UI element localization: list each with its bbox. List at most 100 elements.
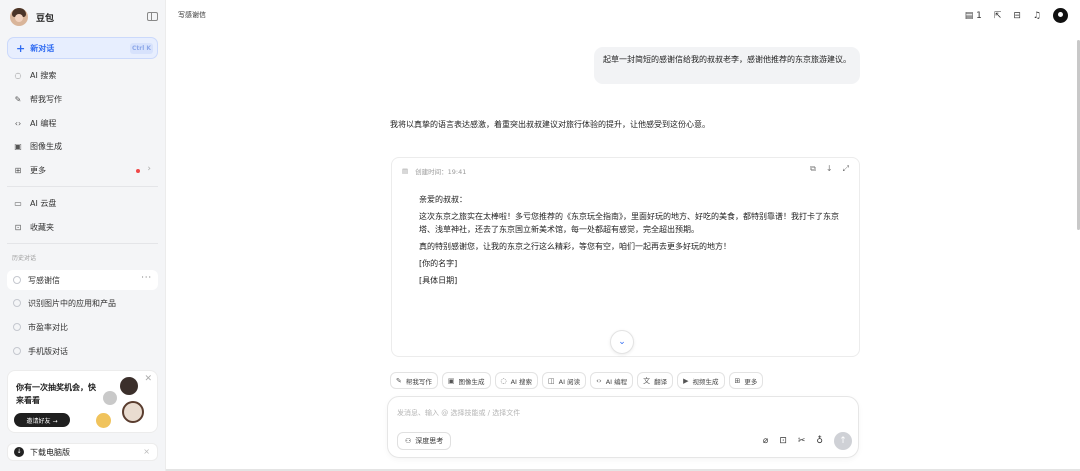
sidebar-item-label: 图像生成 [30, 141, 62, 151]
close-icon[interactable]: × [143, 447, 150, 456]
download-desktop-button[interactable]: ↓ 下载电脑版 × [7, 443, 158, 461]
document-icon: ▤ [964, 10, 974, 21]
sidebar-item-label: 帮我写作 [30, 94, 62, 104]
skill-label: 帮我写作 [405, 377, 432, 386]
promo-title: 你有一次抽奖机会，快来看看 [16, 383, 96, 405]
history-item-active[interactable]: 写感谢信 ··· [7, 270, 158, 290]
history-section-label: 历史对话 [12, 255, 37, 262]
skill-translate[interactable]: 文翻译 [637, 372, 674, 389]
scroll-down-button[interactable]: ⌄ [610, 330, 634, 354]
plus-icon: + [16, 41, 26, 55]
invite-friends-button[interactable]: 邀请好友 → [14, 413, 70, 427]
brain-icon: ⚇ [405, 437, 412, 445]
sidebar-item-cloud-drive[interactable]: ▭ AI 云盘 [7, 194, 158, 212]
skill-ai-code[interactable]: ‹› AI 编程 [590, 372, 634, 389]
card-header: ▤ 创建时间：19:41 [402, 166, 466, 176]
arrow-up-icon: ↑ [839, 436, 847, 446]
bookmark-icon: ⊡ [14, 222, 22, 232]
notification-dot [136, 169, 140, 173]
bell-icon[interactable]: ♫ [1033, 11, 1041, 21]
new-chat-button[interactable]: + 新对话 Ctrl K [7, 37, 158, 59]
sidebar-item-label: AI 搜索 [30, 70, 57, 80]
sidebar-item-label: 更多 [30, 165, 46, 175]
app-name: 豆包 [36, 13, 55, 24]
created-time: 创建时间：19:41 [415, 168, 467, 176]
skill-bar: ✎ 帮我写作 ▣ 图像生成 ◌ AI 搜索 ◫ AI 阅读 ‹› AI 编程 文翻译 ▶ 视… [390, 372, 764, 389]
copy-icon[interactable]: ⧉ [810, 164, 816, 174]
character-avatar-icon [96, 413, 111, 428]
document-card: ▤ 创建时间：19:41 ⧉ ↓ ⤢ 亲爱的叔叔： 这次东京之旅实在太棒啦！多亏… [391, 157, 860, 357]
top-actions: ▤ 1 ⇱ ⊟ ♫ [965, 8, 1068, 23]
cloud-drive-icon: ▭ [14, 198, 22, 208]
microphone-icon[interactable]: ♁ [816, 436, 823, 446]
collapse-sidebar-icon[interactable] [147, 12, 158, 21]
letter-paragraph: [具体日期] [419, 276, 458, 285]
read-icon: ◫ [548, 376, 555, 385]
sidebar-divider [7, 243, 158, 244]
skill-label: 视频生成 [692, 377, 719, 386]
image-icon: ▣ [14, 141, 22, 151]
skill-ai-search[interactable]: ◌ AI 搜索 [494, 372, 539, 389]
archive-icon[interactable]: ⊟ [1013, 11, 1021, 21]
search-icon: ◌ [500, 376, 507, 385]
chevron-down-icon: ⌄ [618, 337, 626, 347]
skill-label: 更多 [744, 377, 758, 386]
skill-more[interactable]: ⊞ 更多 [728, 372, 764, 389]
chat-bubble-icon [13, 299, 21, 307]
message-composer[interactable]: 发消息、输入 @ 选择技能或 / 选择文件 ⚇ 深度思考 ⌀ ⊡ ✂ ♁ ↑ [387, 396, 859, 458]
sidebar-item-label: 收藏夹 [30, 222, 54, 232]
chat-bubble-icon [13, 276, 21, 284]
deep-think-label: 深度思考 [415, 437, 444, 445]
history-item-label: 识别图片中的应用和产品 [28, 298, 116, 308]
expand-icon[interactable]: ⤢ [843, 164, 849, 174]
sidebar-divider [7, 186, 158, 187]
deep-think-toggle[interactable]: ⚇ 深度思考 [397, 432, 452, 450]
message-input[interactable]: 发消息、输入 @ 选择技能或 / 选择文件 [397, 408, 520, 418]
letter-body: 亲爱的叔叔： 这次东京之旅实在太棒啦！多亏您推荐的《东京玩全指南》，里面好玩的地… [419, 193, 844, 291]
character-avatar-icon [103, 391, 117, 405]
scissors-icon[interactable]: ✂ [798, 436, 806, 446]
skill-ai-read[interactable]: ◫ AI 阅读 [542, 372, 587, 389]
skill-writing[interactable]: ✎ 帮我写作 [390, 372, 438, 389]
sidebar-item-favorites[interactable]: ⊡ 收藏夹 [7, 218, 158, 236]
pen-icon: ✎ [14, 94, 22, 104]
document-count-button[interactable]: ▤ 1 [965, 11, 982, 21]
sidebar-item-image-gen[interactable]: ▣ 图像生成 [7, 137, 158, 155]
skill-label: AI 阅读 [558, 377, 581, 386]
share-icon[interactable]: ⇱ [994, 11, 1002, 21]
skill-label: AI 搜索 [510, 377, 533, 386]
pen-icon: ✎ [396, 376, 402, 385]
sidebar-item-coding[interactable]: ‹› AI 编程 [7, 114, 158, 132]
send-button[interactable]: ↑ [834, 432, 852, 450]
sidebar-item-ai-search[interactable]: ◌ AI 搜索 [7, 66, 158, 84]
chat-bubble-icon [13, 347, 21, 355]
sidebar-item-writing[interactable]: ✎ 帮我写作 [7, 90, 158, 108]
screenshot-icon[interactable]: ⊡ [779, 436, 787, 446]
skill-label: 翻译 [654, 377, 668, 386]
document-count: 1 [976, 10, 982, 21]
composer-tools: ⌀ ⊡ ✂ ♁ ↑ [763, 432, 852, 450]
history-item[interactable]: 市盈率对比 [7, 317, 158, 337]
download-icon[interactable]: ↓ [826, 164, 833, 174]
lottery-promo-card: 你有一次抽奖机会，快来看看 邀请好友 → ✕ [7, 370, 158, 433]
shortcut-badge: Ctrl K [130, 43, 153, 54]
grid-icon: ⊞ [734, 376, 741, 385]
card-tools: ⧉ ↓ ⤢ [810, 164, 849, 174]
history-item-label: 手机版对话 [28, 346, 68, 356]
new-chat-label: 新对话 [30, 43, 55, 53]
close-icon[interactable]: ✕ [144, 374, 152, 384]
skill-image-gen[interactable]: ▣ 图像生成 [441, 372, 491, 389]
more-options-icon[interactable]: ··· [141, 273, 152, 282]
sidebar-item-more[interactable]: ⊞ 更多 › [7, 161, 158, 179]
chat-bubble-icon [13, 323, 21, 331]
skill-video-gen[interactable]: ▶ 视频生成 [677, 372, 725, 389]
app-logo-avatar [10, 8, 28, 26]
download-label: 下载电脑版 [30, 447, 70, 457]
history-item[interactable]: 手机版对话 [7, 341, 158, 361]
download-icon: ↓ [14, 447, 24, 457]
code-icon: ‹› [14, 118, 22, 128]
history-item-label: 市盈率对比 [28, 322, 68, 332]
user-avatar[interactable] [1053, 8, 1068, 23]
history-item[interactable]: 识别图片中的应用和产品 [7, 293, 158, 313]
attachment-icon[interactable]: ⌀ [763, 436, 768, 446]
